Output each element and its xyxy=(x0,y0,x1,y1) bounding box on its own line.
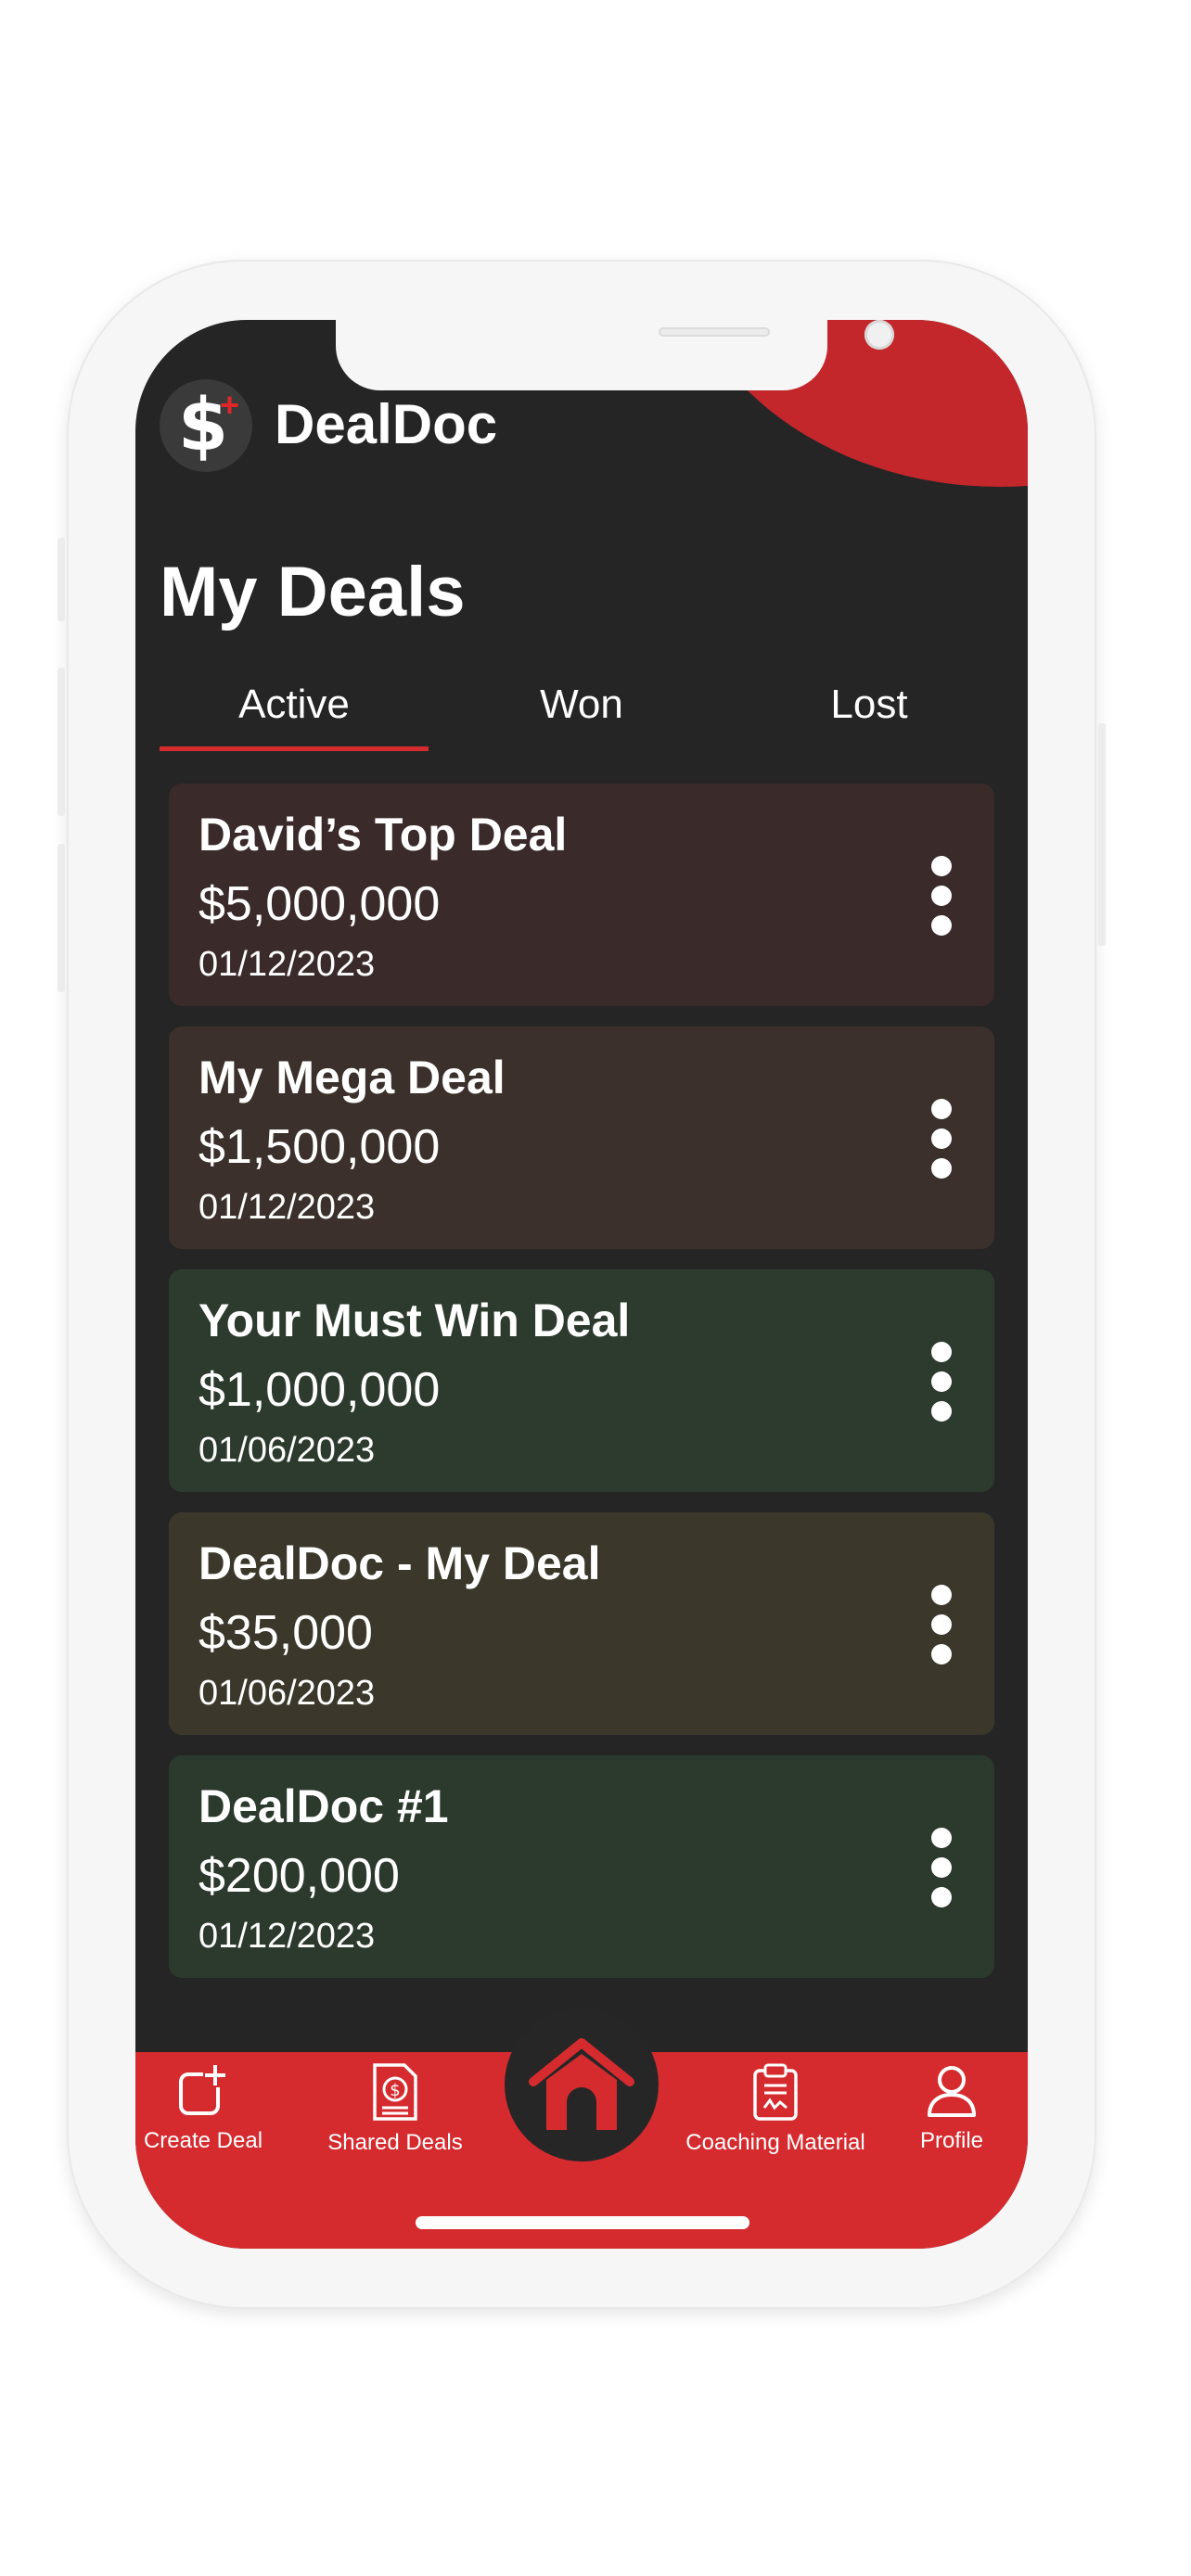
home-button[interactable] xyxy=(505,2008,659,2162)
phone-notch xyxy=(336,320,894,390)
deal-amount: $5,000,000 xyxy=(198,877,441,931)
deal-card[interactable]: My Mega Deal $1,500,000 01/12/2023 xyxy=(169,1027,994,1249)
deal-status-tabs: Active Won Lost xyxy=(160,682,994,751)
nav-shared-deals[interactable]: $ Shared Deals xyxy=(321,2061,469,2156)
deal-amount: $1,500,000 xyxy=(198,1120,441,1174)
deal-card[interactable]: Your Must Win Deal $1,000,000 01/06/2023 xyxy=(169,1269,994,1492)
speaker xyxy=(659,327,770,337)
profile-icon xyxy=(928,2066,976,2117)
deal-name: DealDoc #1 xyxy=(198,1780,449,1832)
more-options-icon[interactable] xyxy=(929,1342,954,1422)
app-title: DealDoc xyxy=(275,393,498,455)
clipboard-icon xyxy=(753,2063,798,2121)
nav-coaching-material[interactable]: Coaching Material xyxy=(673,2061,877,2156)
deal-name: Your Must Win Deal xyxy=(198,1294,631,1346)
deal-amount: $200,000 xyxy=(198,1849,400,1903)
deal-card[interactable]: DealDoc - My Deal $35,000 01/06/2023 xyxy=(169,1512,994,1735)
deal-card[interactable]: David’s Top Deal $5,000,000 01/12/2023 xyxy=(169,784,994,1006)
app-logo: $ + xyxy=(160,379,252,472)
deal-card[interactable]: DealDoc #1 $200,000 01/12/2023 xyxy=(169,1755,994,1978)
deal-amount: $1,000,000 xyxy=(198,1363,441,1417)
deal-amount: $35,000 xyxy=(198,1606,373,1660)
nav-create-deal[interactable]: Create Deal xyxy=(143,2061,263,2154)
svg-text:$: $ xyxy=(390,2081,400,2100)
tab-active[interactable]: Active xyxy=(160,682,429,728)
home-indicator xyxy=(416,2216,749,2229)
nav-coaching-material-label: Coaching Material xyxy=(685,2130,865,2155)
create-deal-icon xyxy=(179,2065,227,2115)
deal-date: 01/06/2023 xyxy=(198,1431,376,1470)
deal-date: 01/12/2023 xyxy=(198,1917,376,1956)
side-button-left-2 xyxy=(58,668,65,816)
plus-icon: + xyxy=(219,386,239,424)
more-options-icon[interactable] xyxy=(929,1585,954,1664)
document-dollar-icon: $ xyxy=(373,2063,417,2121)
more-options-icon[interactable] xyxy=(929,1099,954,1179)
bottom-tab-bar: Create Deal $ Shared Deals Coaching Mate… xyxy=(135,2008,1028,2249)
deal-name: DealDoc - My Deal xyxy=(198,1537,601,1589)
side-button-left-1 xyxy=(58,538,65,621)
tab-lost[interactable]: Lost xyxy=(735,682,1004,728)
page-title: My Deals xyxy=(160,553,466,631)
nav-create-deal-label: Create Deal xyxy=(143,2128,263,2153)
tab-won[interactable]: Won xyxy=(447,682,716,728)
app-screen: $ + DealDoc My Deals Active Won Lost Dav… xyxy=(135,320,1028,2249)
deal-date: 01/12/2023 xyxy=(198,1188,376,1227)
active-tab-indicator xyxy=(160,746,429,751)
more-options-icon[interactable] xyxy=(929,856,954,936)
front-camera xyxy=(864,320,894,350)
side-button-right xyxy=(1098,723,1106,946)
nav-profile[interactable]: Profile xyxy=(905,2061,998,2154)
deal-date: 01/12/2023 xyxy=(198,945,376,984)
deal-date: 01/06/2023 xyxy=(198,1674,376,1713)
nav-profile-label: Profile xyxy=(919,2128,984,2153)
side-button-left-3 xyxy=(58,844,65,992)
home-icon xyxy=(529,2038,634,2130)
more-options-icon[interactable] xyxy=(929,1828,954,1907)
nav-shared-deals-label: Shared Deals xyxy=(327,2130,463,2155)
deal-name: David’s Top Deal xyxy=(198,809,568,861)
deal-name: My Mega Deal xyxy=(198,1052,506,1103)
